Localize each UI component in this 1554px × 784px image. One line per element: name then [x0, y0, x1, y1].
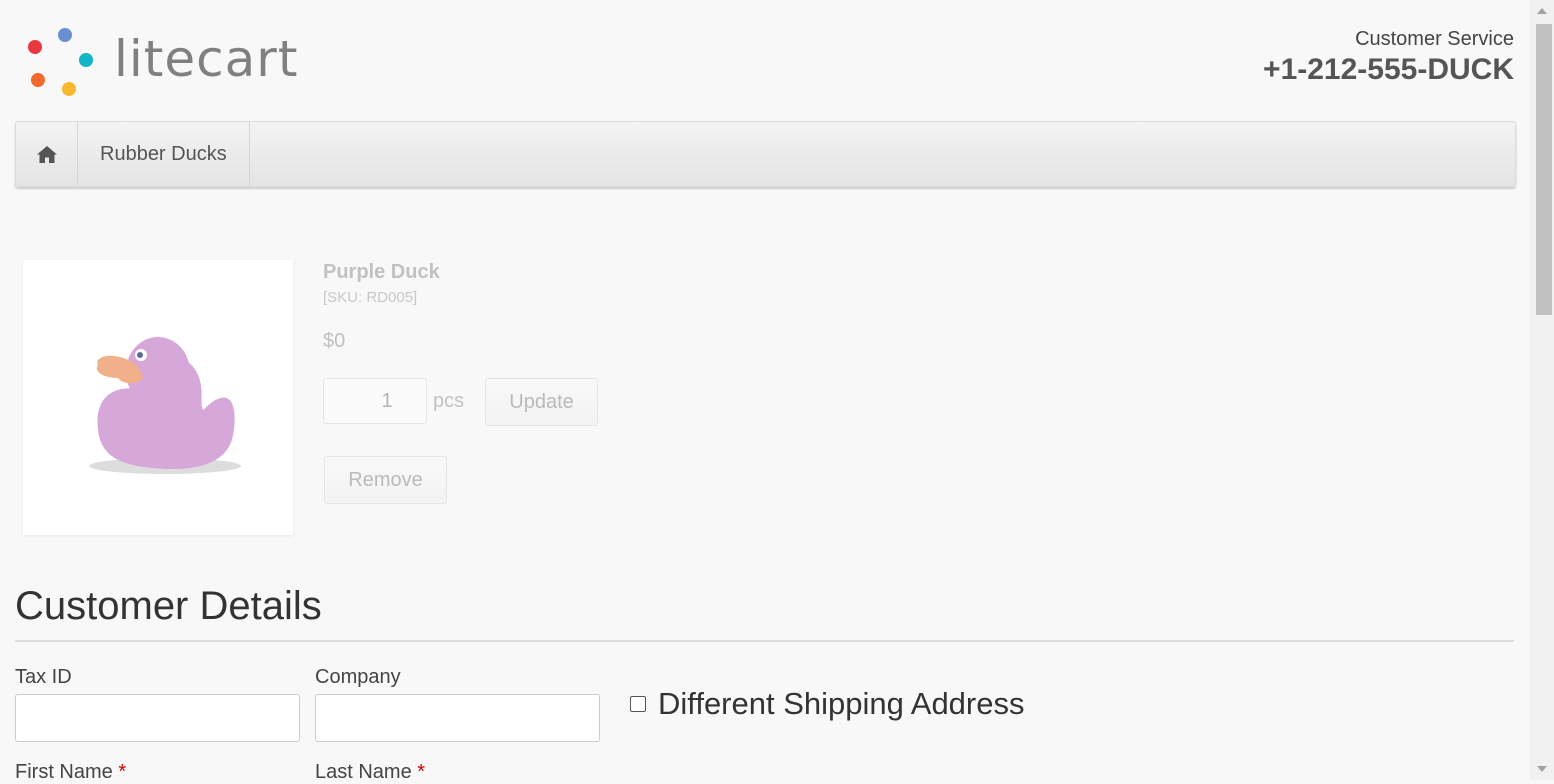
remove-button[interactable]: Remove: [324, 456, 447, 504]
section-divider: [15, 640, 1514, 642]
customer-service-phone[interactable]: +1-212-555-DUCK: [1263, 53, 1514, 87]
last-name-label: Last Name *: [315, 761, 425, 784]
home-icon: [36, 145, 57, 163]
first-name-label: First Name *: [15, 761, 126, 784]
main-navbar: Rubber Ducks: [15, 121, 1516, 187]
different-shipping-checkbox[interactable]: [630, 696, 646, 712]
scroll-up-icon[interactable]: [1537, 8, 1547, 14]
tax-id-label: Tax ID: [15, 666, 72, 688]
product-sku: [SKU: RD005]: [323, 289, 418, 306]
company-input[interactable]: [315, 694, 600, 742]
scroll-down-icon[interactable]: [1537, 766, 1547, 772]
tax-id-input[interactable]: [15, 694, 300, 742]
nav-home-button[interactable]: [16, 122, 78, 186]
customer-service: Customer Service +1-212-555-DUCK: [1263, 28, 1514, 87]
logo-dot: [62, 82, 76, 96]
rubber-duck-image: [89, 337, 241, 474]
different-shipping-address[interactable]: Different Shipping Address: [630, 686, 1025, 722]
logo-text: litecart: [114, 30, 299, 88]
section-title-customer-details: Customer Details: [15, 584, 322, 628]
nav-item-rubber-ducks[interactable]: Rubber Ducks: [78, 122, 250, 186]
product-image[interactable]: [23, 260, 293, 535]
logo-dot: [28, 40, 42, 54]
logo-dot: [79, 53, 93, 67]
site-logo[interactable]: litecart: [24, 26, 344, 98]
company-label: Company: [315, 666, 401, 688]
logo-dot: [31, 73, 45, 87]
customer-service-label: Customer Service: [1355, 28, 1514, 50]
different-shipping-label[interactable]: Different Shipping Address: [658, 686, 1025, 722]
page-scrollbar[interactable]: [1530, 0, 1554, 780]
product-name[interactable]: Purple Duck: [323, 261, 440, 284]
scrollbar-thumb[interactable]: [1536, 24, 1552, 315]
update-button[interactable]: Update: [485, 378, 598, 426]
product-price: $0: [323, 330, 346, 352]
logo-dot: [58, 28, 72, 42]
quantity-unit: pcs: [433, 390, 465, 412]
quantity-input[interactable]: [323, 378, 427, 424]
